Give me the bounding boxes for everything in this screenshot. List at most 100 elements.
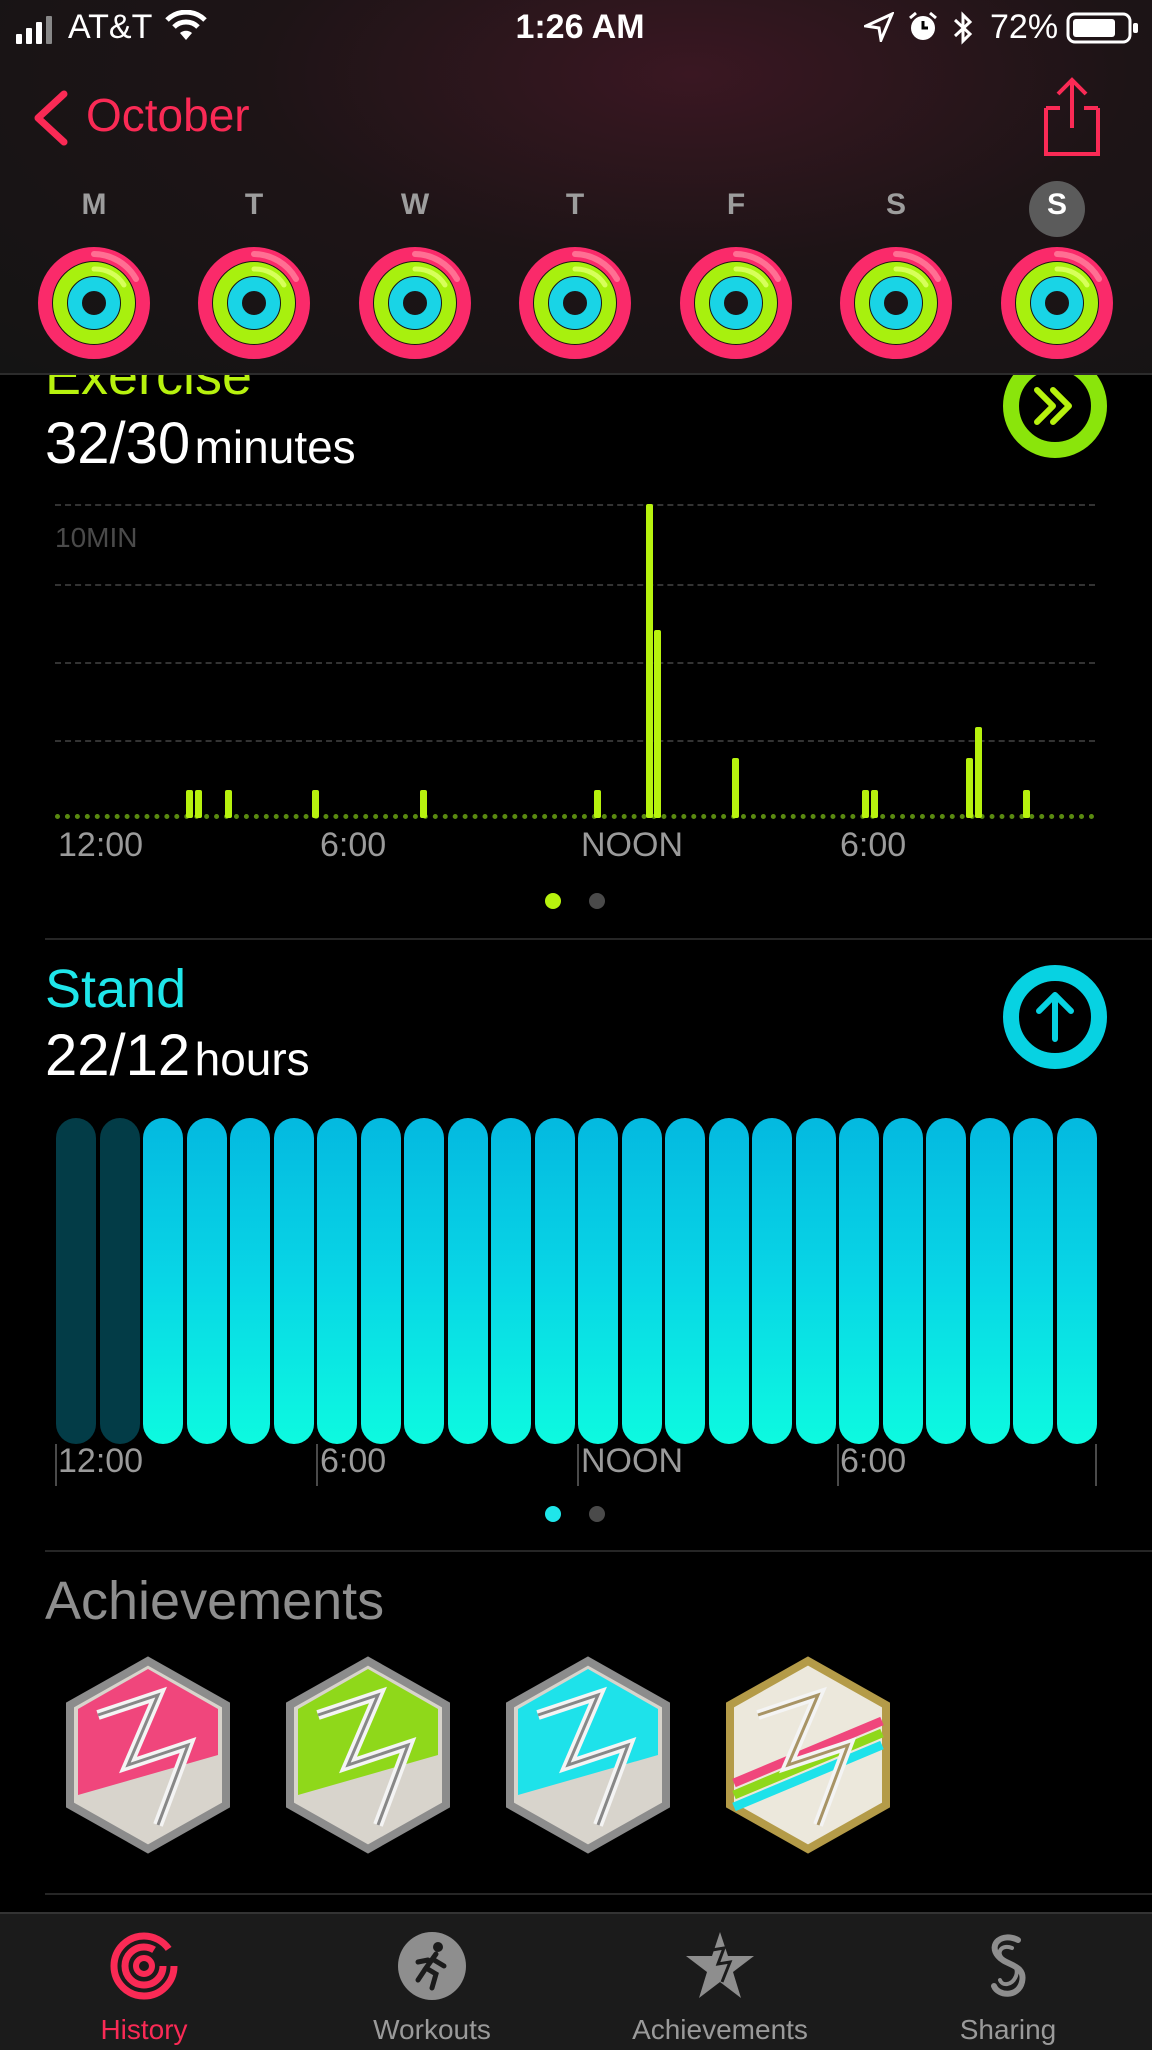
exercise-bar (975, 726, 982, 818)
stand-hour-bar (795, 1118, 836, 1444)
tab-workouts-label: Workouts (373, 2014, 491, 2045)
page-dot[interactable] (589, 893, 605, 909)
stand-hour-bar (56, 1118, 96, 1444)
stand-unit: hours (194, 1033, 310, 1085)
stand-value-number: 22/12 (45, 1023, 191, 1088)
exercise-bar (862, 789, 870, 818)
stand-hour-bar (926, 1118, 966, 1444)
stand-hour-bar (839, 1118, 879, 1444)
achievements-icon (686, 1932, 754, 1998)
tab-achievements[interactable]: Achievements (576, 1914, 864, 2050)
activity-rings-icon[interactable] (196, 245, 312, 361)
exercise-bar (312, 789, 319, 818)
stand-title: Stand (45, 959, 187, 1019)
stand-hour-bar (578, 1118, 618, 1444)
stand-hour-bar (1056, 1118, 1097, 1444)
bluetooth-icon (950, 10, 976, 46)
share-icon (1044, 77, 1100, 156)
page-dot-active[interactable] (545, 893, 561, 909)
day-letter[interactable]: W (385, 188, 445, 222)
tab-achievements-label: Achievements (632, 2014, 808, 2045)
activity-rings-icon[interactable] (357, 245, 473, 361)
battery-percent: 72% (990, 8, 1059, 46)
grid-line (55, 504, 1095, 506)
tab-bar: History Workouts Achievements Sharing (0, 1912, 1152, 2050)
tab-history[interactable]: History (0, 1914, 288, 2050)
stand-ring-icon[interactable] (1001, 963, 1109, 1071)
stand-hour-bar (143, 1118, 183, 1444)
day-letter[interactable]: T (224, 188, 284, 222)
exercise-bar (1022, 789, 1030, 818)
stand-tick-line (316, 1444, 318, 1486)
exercise-bar (654, 629, 662, 818)
exercise-bar (225, 789, 233, 818)
exercise-tick-3: 6:00 (840, 826, 907, 864)
day-letter[interactable]: M (64, 188, 124, 222)
exercise-bar (186, 789, 194, 818)
carrier-label: AT&T (68, 8, 153, 46)
stand-tick-1: 6:00 (320, 1442, 387, 1480)
page-dot-active[interactable] (545, 1506, 561, 1522)
stand-tick-2: NOON (581, 1442, 683, 1480)
divider (45, 938, 1152, 940)
exercise-badge[interactable] (278, 1655, 458, 1855)
share-button[interactable] (1040, 76, 1104, 160)
page-dot[interactable] (589, 1506, 605, 1522)
day-letter[interactable]: T (545, 188, 605, 222)
stand-hour-bar (230, 1118, 270, 1444)
signal-icon (14, 14, 60, 44)
back-button[interactable]: October (32, 86, 272, 146)
grid-line (55, 662, 1095, 664)
clock: 1:26 AM (515, 8, 645, 46)
achievements-title: Achievements (45, 1571, 385, 1631)
stand-hour-bar (99, 1118, 140, 1444)
exercise-bar (966, 758, 974, 818)
stand-tick-line (1095, 1444, 1097, 1486)
stand-hour-bar (621, 1118, 662, 1444)
stand-hour-bar (447, 1118, 488, 1444)
day-letter[interactable]: S (1027, 188, 1087, 222)
back-label: October (86, 89, 250, 141)
stand-tick-3: 6:00 (840, 1442, 907, 1480)
stand-badge[interactable] (498, 1655, 678, 1855)
exercise-unit: minutes (194, 421, 356, 473)
exercise-chart: 10MIN 12:00 6:00 NOON 6:00 (0, 500, 1152, 870)
day-letter[interactable]: F (706, 188, 766, 222)
move-badge[interactable] (58, 1655, 238, 1855)
all-rings-badge[interactable] (718, 1655, 898, 1855)
stand-hour-bar (665, 1118, 705, 1444)
exercise-value: 32/30 minutes (45, 410, 356, 477)
exercise-tick-1: 6:00 (320, 826, 387, 864)
stand-hour-bar (360, 1118, 401, 1444)
location-icon (860, 11, 895, 46)
activity-rings-icon[interactable] (999, 245, 1115, 361)
stand-hour-bar (752, 1118, 792, 1444)
sharing-icon (991, 1934, 1026, 1997)
activity-rings-icon[interactable] (678, 245, 794, 361)
stand-hour-bar (186, 1118, 227, 1444)
stand-tick-line (55, 1444, 57, 1486)
tab-workouts[interactable]: Workouts (288, 1914, 576, 2050)
exercise-bar (871, 789, 878, 818)
divider (45, 1550, 1152, 1552)
exercise-value-number: 32/30 (45, 411, 191, 476)
day-letter[interactable]: S (866, 188, 926, 222)
chevron-left-icon (34, 90, 68, 146)
exercise-bar (420, 789, 428, 818)
exercise-bar (593, 789, 601, 818)
tab-history-label: History (100, 2014, 188, 2045)
header: AT&T 1:26 AM 72% October M T W T F S S (0, 0, 1152, 375)
stand-tick-0: 12:00 (58, 1442, 144, 1480)
activity-rings-icon[interactable] (36, 245, 152, 361)
stand-hour-bar (1013, 1118, 1053, 1444)
activity-rings-icon[interactable] (838, 245, 954, 361)
workouts-icon (398, 1932, 466, 2000)
tab-sharing[interactable]: Sharing (864, 1914, 1152, 2050)
wifi-icon (164, 9, 208, 44)
exercise-bar (195, 789, 202, 818)
stand-hour-bar (534, 1118, 575, 1444)
exercise-baseline (55, 814, 1095, 819)
activity-rings-icon[interactable] (517, 245, 633, 361)
stand-hour-bar (969, 1118, 1010, 1444)
exercise-bar (732, 758, 740, 818)
